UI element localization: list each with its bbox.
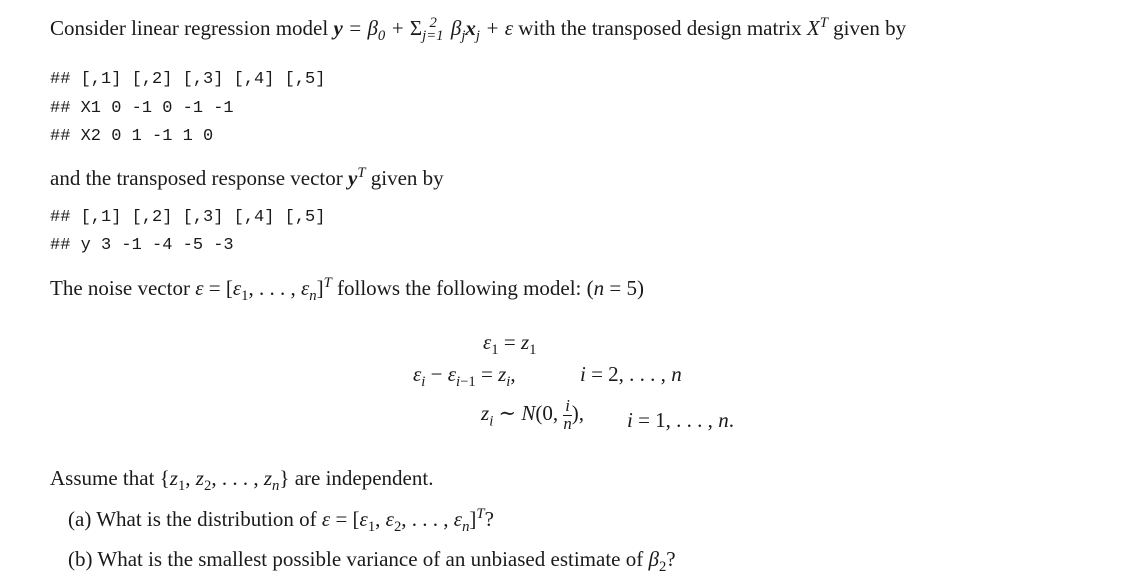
- design-matrix-header: ## [,1] [,2] [,3] [,4] [,5]: [50, 70, 326, 89]
- intro-text: Consider linear regression model: [50, 16, 334, 40]
- fraction-i-over-n: in: [563, 396, 572, 433]
- noise-text-after: follows the following model:: [331, 276, 587, 300]
- response-intro: and the transposed response vector yT gi…: [50, 166, 444, 191]
- response-vector-row: ## y 3 -1 -4 -5 -3: [50, 236, 234, 255]
- response-symbol: yT: [348, 165, 366, 190]
- intro-text-after: with the transposed design matrix: [512, 16, 807, 40]
- question-a-text: What is the distribution of: [96, 507, 322, 531]
- intro-text-end: given by: [827, 16, 907, 40]
- equation-eps1: ε1 = z1: [483, 330, 537, 359]
- question-b: (b) What is the smallest possible varian…: [68, 547, 676, 576]
- question-b-label: (b): [68, 547, 93, 571]
- equation-z-dist: zi ∼ N(0, i n),: [481, 396, 585, 433]
- intro-paragraph: Consider linear regression model y = β0 …: [50, 15, 907, 45]
- design-matrix-row-x1: ## X1 0 -1 0 -1 -1: [50, 99, 234, 118]
- response-vector-header: ## [,1] [,2] [,3] [,4] [,5]: [50, 208, 326, 227]
- question-a-label: (a): [68, 507, 92, 531]
- equation-eps-range: i = 2, . . . , n: [580, 362, 682, 386]
- noise-n-value: (n = 5): [586, 276, 644, 300]
- question-a-math: ε = [ε1, ε2, . . . , εn]T: [321, 506, 485, 536]
- design-matrix-row-x2: ## X2 0 1 -1 1 0: [50, 127, 214, 146]
- noise-text: The noise vector: [50, 276, 196, 300]
- equation-z-range: i = 1, . . . , n.: [627, 408, 734, 432]
- assumption-text: Assume that: [50, 466, 160, 490]
- question-b-math: β2: [648, 547, 667, 576]
- equation-eps-diff: εi − εi−1 = zi,: [413, 362, 516, 391]
- assumption-text-end: are independent.: [289, 466, 434, 490]
- matrix-symbol: XT: [806, 15, 828, 40]
- assumption-set: {z1, z2, . . . , zn}: [159, 466, 290, 495]
- question-b-text: What is the smallest possible variance o…: [97, 547, 649, 571]
- model-equation: y = β0 + Σj=12 βjxj + ε: [333, 15, 513, 45]
- assumption-paragraph: Assume that {z1, z2, . . . , zn} are ind…: [50, 466, 434, 495]
- response-intro-end: given by: [365, 166, 444, 190]
- noise-paragraph: The noise vector ε = [ε1, . . . , εn]T f…: [50, 275, 644, 305]
- noise-vector: ε = [ε1, . . . , εn]T: [195, 275, 332, 305]
- question-a: (a) What is the distribution of ε = [ε1,…: [68, 506, 494, 536]
- response-intro-text: and the transposed response vector: [50, 166, 348, 190]
